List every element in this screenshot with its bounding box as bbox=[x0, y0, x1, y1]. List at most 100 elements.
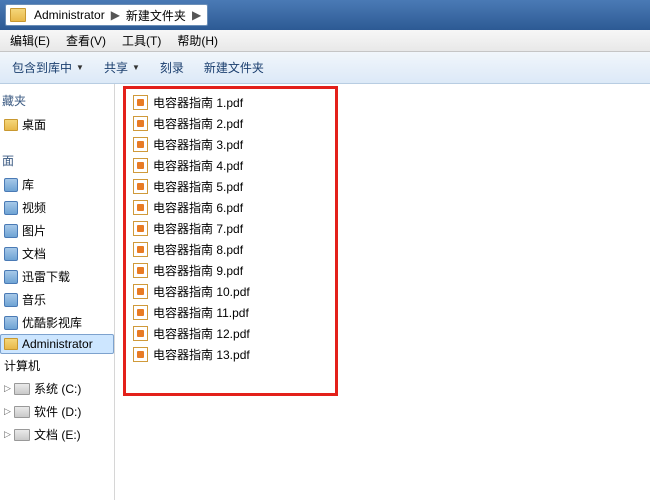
menu-bar: 编辑(E) 查看(V) 工具(T) 帮助(H) bbox=[0, 30, 650, 52]
pdf-icon bbox=[133, 242, 148, 257]
sidebar-item[interactable]: 文档 bbox=[0, 242, 114, 265]
share-label: 共享 bbox=[104, 59, 128, 76]
file-name: 电容器指南 7.pdf bbox=[153, 220, 243, 237]
pdf-icon bbox=[133, 305, 148, 320]
burn-button[interactable]: 刻录 bbox=[150, 59, 194, 76]
sidebar-item-label: 桌面 bbox=[22, 116, 46, 133]
folder-icon bbox=[4, 119, 18, 131]
file-name: 电容器指南 11.pdf bbox=[153, 304, 249, 321]
library-icon bbox=[4, 270, 18, 284]
pdf-icon bbox=[133, 284, 148, 299]
file-name: 电容器指南 4.pdf bbox=[153, 157, 243, 174]
sidebar-item[interactable]: 桌面 bbox=[0, 113, 114, 136]
sidebar-item-label: 视频 bbox=[22, 199, 46, 216]
file-item[interactable]: 电容器指南 1.pdf bbox=[133, 92, 650, 113]
crumb-1[interactable]: 新建文件夹 bbox=[122, 7, 190, 24]
sidebar-item[interactable]: 视频 bbox=[0, 196, 114, 219]
drive-icon bbox=[14, 429, 30, 441]
file-name: 电容器指南 8.pdf bbox=[153, 241, 243, 258]
sidebar-item-drive[interactable]: ▷系统 (C:) bbox=[0, 377, 114, 400]
file-name: 电容器指南 1.pdf bbox=[153, 94, 243, 111]
drive-label: 系统 (C:) bbox=[34, 380, 81, 397]
crumb-0[interactable]: Administrator bbox=[30, 8, 109, 22]
file-pane[interactable]: 电容器指南 1.pdf 电容器指南 2.pdf 电容器指南 3.pdf 电容器指南 4… bbox=[115, 84, 650, 500]
file-item[interactable]: 电容器指南 12.pdf bbox=[133, 323, 650, 344]
file-item[interactable]: 电容器指南 6.pdf bbox=[133, 197, 650, 218]
pdf-icon bbox=[133, 158, 148, 173]
file-item[interactable]: 电容器指南 13.pdf bbox=[133, 344, 650, 365]
file-name: 电容器指南 5.pdf bbox=[153, 178, 243, 195]
library-icon bbox=[4, 201, 18, 215]
library-icon bbox=[4, 247, 18, 261]
file-name: 电容器指南 12.pdf bbox=[153, 325, 250, 342]
menu-edit[interactable]: 编辑(E) bbox=[2, 32, 58, 49]
pdf-icon bbox=[133, 137, 148, 152]
file-item[interactable]: 电容器指南 10.pdf bbox=[133, 281, 650, 302]
address-bar: Administrator ▶ 新建文件夹 ▶ bbox=[0, 0, 650, 30]
file-item[interactable]: 电容器指南 3.pdf bbox=[133, 134, 650, 155]
sidebar-item[interactable]: 库 bbox=[0, 173, 114, 196]
drive-icon bbox=[14, 383, 30, 395]
sidebar-item-label: 优酷影视库 bbox=[22, 314, 82, 331]
library-icon bbox=[4, 224, 18, 238]
pdf-icon bbox=[133, 179, 148, 194]
sidebar-item-user[interactable]: Administrator bbox=[0, 334, 114, 354]
pdf-icon bbox=[133, 221, 148, 236]
pdf-icon bbox=[133, 200, 148, 215]
file-item[interactable]: 电容器指南 4.pdf bbox=[133, 155, 650, 176]
chevron-right-icon: ▶ bbox=[190, 8, 203, 22]
sidebar-item[interactable]: 优酷影视库 bbox=[0, 311, 114, 334]
drive-label: 文档 (E:) bbox=[34, 426, 81, 443]
sidebar-item-label: 库 bbox=[22, 176, 34, 193]
file-item[interactable]: 电容器指南 2.pdf bbox=[133, 113, 650, 134]
computer-label: 计算机 bbox=[4, 357, 40, 374]
drive-icon bbox=[14, 406, 30, 418]
file-item[interactable]: 电容器指南 5.pdf bbox=[133, 176, 650, 197]
content-area: 藏夹 桌面 面 库视频图片文档迅雷下载音乐优酷影视库 Administrator… bbox=[0, 84, 650, 500]
sidebar-item-drive[interactable]: ▷ 文档 (E:) bbox=[0, 423, 114, 446]
share-button[interactable]: 共享 ▼ bbox=[94, 59, 150, 76]
chevron-right-icon: ▷ bbox=[4, 406, 14, 417]
sidebar-item-label: 文档 bbox=[22, 245, 46, 262]
chevron-right-icon: ▶ bbox=[109, 8, 122, 22]
breadcrumb[interactable]: Administrator ▶ 新建文件夹 ▶ bbox=[5, 4, 208, 26]
sidebar-item-computer[interactable]: 计算机 bbox=[0, 354, 114, 377]
folder-icon bbox=[10, 8, 26, 22]
sidebar-item-label: 音乐 bbox=[22, 291, 46, 308]
include-in-library-button[interactable]: 包含到库中 ▼ bbox=[2, 59, 94, 76]
pdf-icon bbox=[133, 116, 148, 131]
chevron-down-icon: ▼ bbox=[132, 63, 140, 72]
file-name: 电容器指南 9.pdf bbox=[153, 262, 243, 279]
file-item[interactable]: 电容器指南 11.pdf bbox=[133, 302, 650, 323]
file-list: 电容器指南 1.pdf 电容器指南 2.pdf 电容器指南 3.pdf 电容器指南 4… bbox=[115, 84, 650, 365]
file-name: 电容器指南 10.pdf bbox=[153, 283, 250, 300]
library-icon bbox=[4, 178, 18, 192]
user-folder-icon bbox=[4, 338, 18, 350]
menu-help[interactable]: 帮助(H) bbox=[169, 32, 226, 49]
sidebar-item[interactable]: 迅雷下载 bbox=[0, 265, 114, 288]
libraries-header: 面 bbox=[0, 148, 114, 173]
sidebar-item-drive[interactable]: ▷ 软件 (D:) bbox=[0, 400, 114, 423]
sidebar: 藏夹 桌面 面 库视频图片文档迅雷下载音乐优酷影视库 Administrator… bbox=[0, 84, 115, 500]
file-name: 电容器指南 6.pdf bbox=[153, 199, 243, 216]
new-folder-button[interactable]: 新建文件夹 bbox=[194, 59, 274, 76]
pdf-icon bbox=[133, 263, 148, 278]
chevron-down-icon: ▼ bbox=[76, 63, 84, 72]
sidebar-item-label: 迅雷下载 bbox=[22, 268, 70, 285]
chevron-right-icon: ▷ bbox=[4, 429, 14, 440]
file-item[interactable]: 电容器指南 8.pdf bbox=[133, 239, 650, 260]
pdf-icon bbox=[133, 326, 148, 341]
sidebar-item[interactable]: 图片 bbox=[0, 219, 114, 242]
sidebar-item[interactable]: 音乐 bbox=[0, 288, 114, 311]
file-item[interactable]: 电容器指南 9.pdf bbox=[133, 260, 650, 281]
pdf-icon bbox=[133, 95, 148, 110]
menu-tools[interactable]: 工具(T) bbox=[114, 32, 169, 49]
file-name: 电容器指南 2.pdf bbox=[153, 115, 243, 132]
file-item[interactable]: 电容器指南 7.pdf bbox=[133, 218, 650, 239]
file-name: 电容器指南 3.pdf bbox=[153, 136, 243, 153]
include-label: 包含到库中 bbox=[12, 59, 72, 76]
favorites-header: 藏夹 bbox=[0, 88, 114, 113]
pdf-icon bbox=[133, 347, 148, 362]
drive-label: 软件 (D:) bbox=[34, 403, 81, 420]
menu-view[interactable]: 查看(V) bbox=[58, 32, 114, 49]
